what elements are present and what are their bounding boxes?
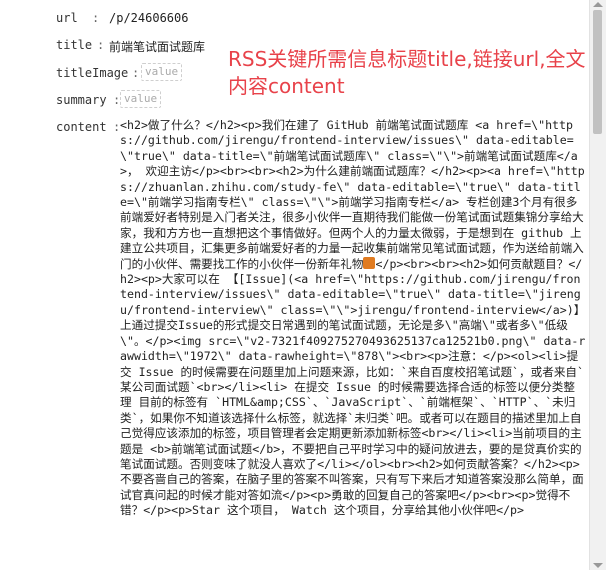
content-key: content	[56, 120, 107, 134]
vertical-scrollbar[interactable]	[589, 0, 606, 570]
scroll-down-arrow-icon[interactable]	[593, 563, 603, 568]
summary-field[interactable]: value	[120, 90, 162, 108]
title-key: title	[56, 38, 93, 52]
summary-key: summary	[56, 93, 107, 107]
title-image-field[interactable]: value	[141, 63, 183, 81]
annotation-text: RSS关键所需信息标题title,链接url,全文内容content	[228, 47, 586, 98]
gift-icon	[363, 256, 376, 269]
title-value[interactable]: 前端笔试面试题库	[109, 38, 205, 55]
title-image-separator: :	[132, 66, 140, 80]
scroll-up-arrow-icon[interactable]	[593, 2, 603, 7]
url-separator: :	[92, 11, 100, 25]
content-text-part-1: <h2>做了什么？</h2><p>我们在建了 GitHub 前端笔试面试题库 <…	[120, 118, 585, 271]
url-value[interactable]: /p/24606606	[109, 11, 188, 25]
title-image-key: titleImage	[56, 66, 129, 80]
content-text-part-2: </p><br><br><h2>如何贡献题目？</h2><p>大家可以在 【[I…	[120, 256, 586, 518]
title-separator: :	[97, 38, 105, 52]
content-value[interactable]: <h2>做了什么？</h2><p>我们在建了 GitHub 前端笔试面试题库 <…	[120, 118, 586, 536]
scrollbar-thumb[interactable]	[593, 10, 602, 134]
url-key: url	[56, 11, 78, 25]
